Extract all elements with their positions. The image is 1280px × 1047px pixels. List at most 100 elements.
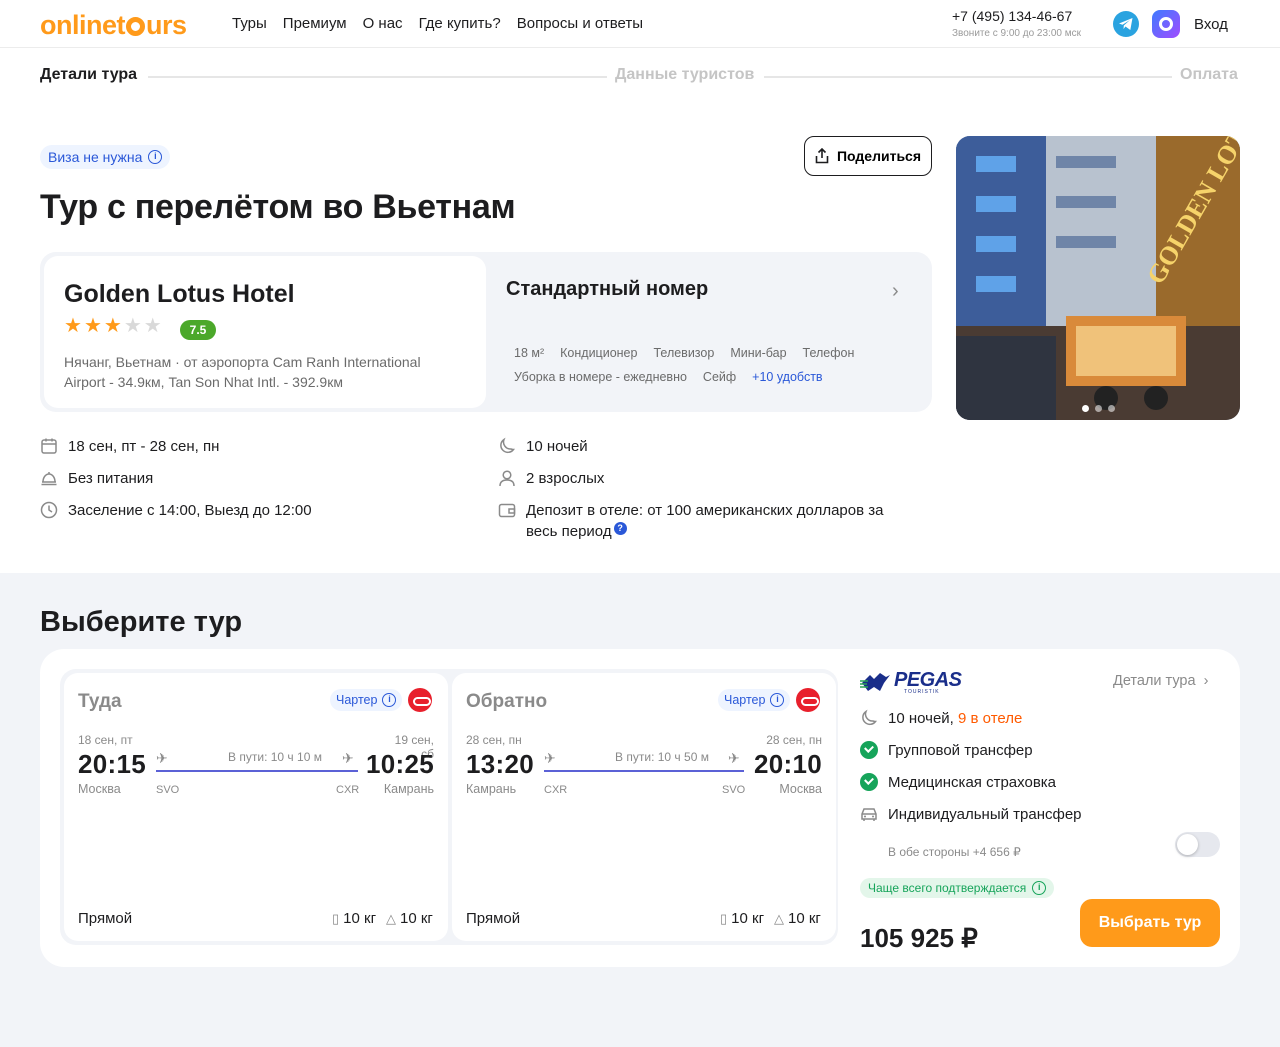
carousel-dot[interactable] bbox=[1107, 405, 1115, 412]
step-tour-details: Детали тура bbox=[40, 66, 138, 83]
check-icon bbox=[860, 773, 878, 791]
star-icon: ★ bbox=[143, 315, 162, 337]
carousel-dots bbox=[956, 405, 1240, 412]
login-link[interactable]: Вход bbox=[1194, 16, 1228, 33]
share-button[interactable]: Поделиться bbox=[804, 136, 932, 176]
phone-number[interactable]: +7 (495) 134-46-67 bbox=[952, 8, 1072, 24]
arrival-airport-code: CXR bbox=[336, 784, 360, 796]
rating-badge: 7.5 bbox=[180, 320, 216, 340]
flight-route-line bbox=[544, 770, 744, 772]
departure-date: 18 сен, пт bbox=[78, 733, 133, 747]
return-flight[interactable]: Обратно Чартер i 28 сен, пн 13:20 Камрань… bbox=[452, 673, 836, 941]
hand-luggage-weight: 10 кг bbox=[400, 910, 433, 927]
main-nav: Туры Премиум О нас Где купить? Вопросы и… bbox=[232, 15, 643, 32]
wallet-icon bbox=[498, 503, 516, 518]
departure-city: Москва bbox=[78, 782, 121, 796]
charter-label: Чартер bbox=[724, 693, 766, 707]
step-tourist-data: Данные туристов bbox=[615, 66, 755, 83]
calendar-icon bbox=[41, 438, 57, 454]
room-title[interactable]: Стандартный номер bbox=[506, 278, 708, 301]
carousel-dot[interactable] bbox=[1081, 405, 1089, 412]
nav-item-where-to-buy[interactable]: Где купить? bbox=[419, 15, 501, 32]
person-icon bbox=[499, 470, 515, 487]
info-icon[interactable]: i bbox=[382, 693, 397, 707]
info-icon[interactable]: i bbox=[1032, 881, 1047, 895]
logo-text-left: onlinet bbox=[40, 10, 126, 40]
tour-details-label: Детали тура bbox=[1113, 673, 1196, 689]
page-title: Тур с перелётом во Вьетнам bbox=[40, 188, 516, 226]
hotel-photo: GOLDEN LOTUS bbox=[956, 136, 1240, 420]
info-icon[interactable]: i bbox=[770, 693, 785, 707]
star-icon: ★ bbox=[103, 315, 122, 337]
hotel-card[interactable]: Golden Lotus Hotel ★ ★ ★ ★ ★ 7.5 Нячанг, Вье… bbox=[44, 256, 486, 408]
chevron-right-icon[interactable]: › bbox=[892, 280, 899, 303]
tours-section-title: Выберите тур bbox=[40, 606, 243, 638]
arrival-date: 28 сен, пн bbox=[766, 733, 822, 747]
amenity-item: Телевизор bbox=[653, 346, 715, 360]
flight-direction-label: Обратно bbox=[466, 691, 548, 712]
baggage-allowance: ▯ 10 кг bbox=[720, 910, 764, 927]
summary-nights-text: 10 ночей, bbox=[888, 709, 954, 727]
suitcase-icon: ▯ bbox=[720, 910, 728, 926]
departure-city: Камрань bbox=[466, 782, 517, 796]
arrival-time: 20:10 bbox=[754, 749, 822, 779]
telegram-icon[interactable] bbox=[1113, 11, 1139, 37]
fact-dates-text: 18 сен, пт - 28 сен, пн bbox=[68, 438, 220, 455]
flight-type: Прямой bbox=[466, 910, 521, 927]
handbag-icon: △ bbox=[386, 910, 396, 926]
individual-transfer-price: В обе стороны +4 656 ₽ bbox=[888, 845, 1021, 859]
baggage-weight: 10 кг bbox=[343, 910, 377, 927]
takeoff-icon: ✈ bbox=[544, 750, 556, 766]
nav-item-faq[interactable]: Вопросы и ответы bbox=[517, 15, 643, 32]
airline-logo-icon bbox=[408, 688, 432, 712]
help-icon[interactable]: ? bbox=[613, 522, 627, 535]
meal-icon bbox=[41, 472, 57, 486]
tour-offer-card: Туда Чартер i 18 сен, пт 20:15 Москва ✈ В… bbox=[40, 649, 1240, 967]
summary-nights: 10 ночей, 9 в отеле bbox=[860, 709, 1022, 727]
charter-badge: Чартер i bbox=[718, 689, 791, 711]
fact-nights: 10 ночей bbox=[498, 436, 918, 457]
stepper-line bbox=[148, 76, 607, 78]
arrival-city: Камрань bbox=[383, 782, 434, 796]
departure-airport-code: SVO bbox=[156, 784, 180, 796]
chevron-right-icon: › bbox=[1203, 673, 1209, 689]
tour-summary: PEGAS TOURISTIK Детали тура › 10 ночей, 9… bbox=[860, 669, 1220, 953]
fact-checkin: Заселение с 14:00, Выезд до 12:00 bbox=[40, 500, 460, 521]
logo-ring bbox=[126, 17, 145, 36]
nav-item-tours[interactable]: Туры bbox=[232, 15, 267, 32]
hotel-room-block: Golden Lotus Hotel ★ ★ ★ ★ ★ 7.5 Нячанг, Вье… bbox=[40, 252, 932, 412]
share-icon bbox=[815, 148, 829, 164]
star-icon: ★ bbox=[123, 315, 142, 337]
fact-meal: Без питания bbox=[40, 468, 460, 489]
individual-transfer-toggle[interactable] bbox=[1175, 832, 1220, 857]
amenity-item: Сейф bbox=[702, 370, 737, 384]
fact-guests: 2 взрослых bbox=[498, 468, 918, 489]
logo[interactable]: onlinet urs bbox=[40, 10, 187, 41]
summary-group-transfer: Групповой трансфер bbox=[860, 741, 1033, 759]
car-icon bbox=[861, 808, 877, 821]
fact-checkin-text: Заселение с 14:00, Выезд до 12:00 bbox=[68, 502, 312, 519]
visa-badge: Виза не нужна i bbox=[40, 145, 171, 169]
hotel-name[interactable]: Golden Lotus Hotel bbox=[64, 280, 295, 309]
nav-item-premium[interactable]: Премиум bbox=[283, 15, 347, 32]
group-transfer-text: Групповой трансфер bbox=[888, 741, 1033, 759]
carousel-dot[interactable] bbox=[1094, 405, 1102, 412]
tour-details-link[interactable]: Детали тура › bbox=[1113, 673, 1208, 689]
operator-logo: PEGAS TOURISTIK bbox=[860, 669, 962, 695]
fact-nights-text: 10 ночей bbox=[526, 438, 588, 455]
arrival-city: Москва bbox=[779, 782, 822, 796]
nav-item-about[interactable]: О нас bbox=[363, 15, 403, 32]
more-amenities-link[interactable]: +10 удобств bbox=[744, 368, 830, 386]
star-icon: ★ bbox=[83, 315, 102, 337]
max-messenger-icon[interactable] bbox=[1152, 10, 1180, 38]
outbound-flight[interactable]: Туда Чартер i 18 сен, пт 20:15 Москва ✈ В… bbox=[64, 673, 448, 941]
check-icon bbox=[860, 741, 878, 759]
operator-subtitle: TOURISTIK bbox=[904, 689, 940, 695]
info-icon[interactable]: i bbox=[148, 150, 163, 164]
summary-individual-transfer: Индивидуальный трансфер bbox=[860, 805, 1082, 823]
fact-guests-text: 2 взрослых bbox=[526, 470, 605, 487]
choose-tour-button[interactable]: Выбрать тур bbox=[1080, 899, 1220, 947]
baggage-allowance: ▯ 10 кг bbox=[332, 910, 376, 927]
hotel-photo-carousel[interactable]: GOLDEN LOTUS bbox=[956, 136, 1240, 420]
takeoff-icon: ✈ bbox=[156, 750, 168, 766]
